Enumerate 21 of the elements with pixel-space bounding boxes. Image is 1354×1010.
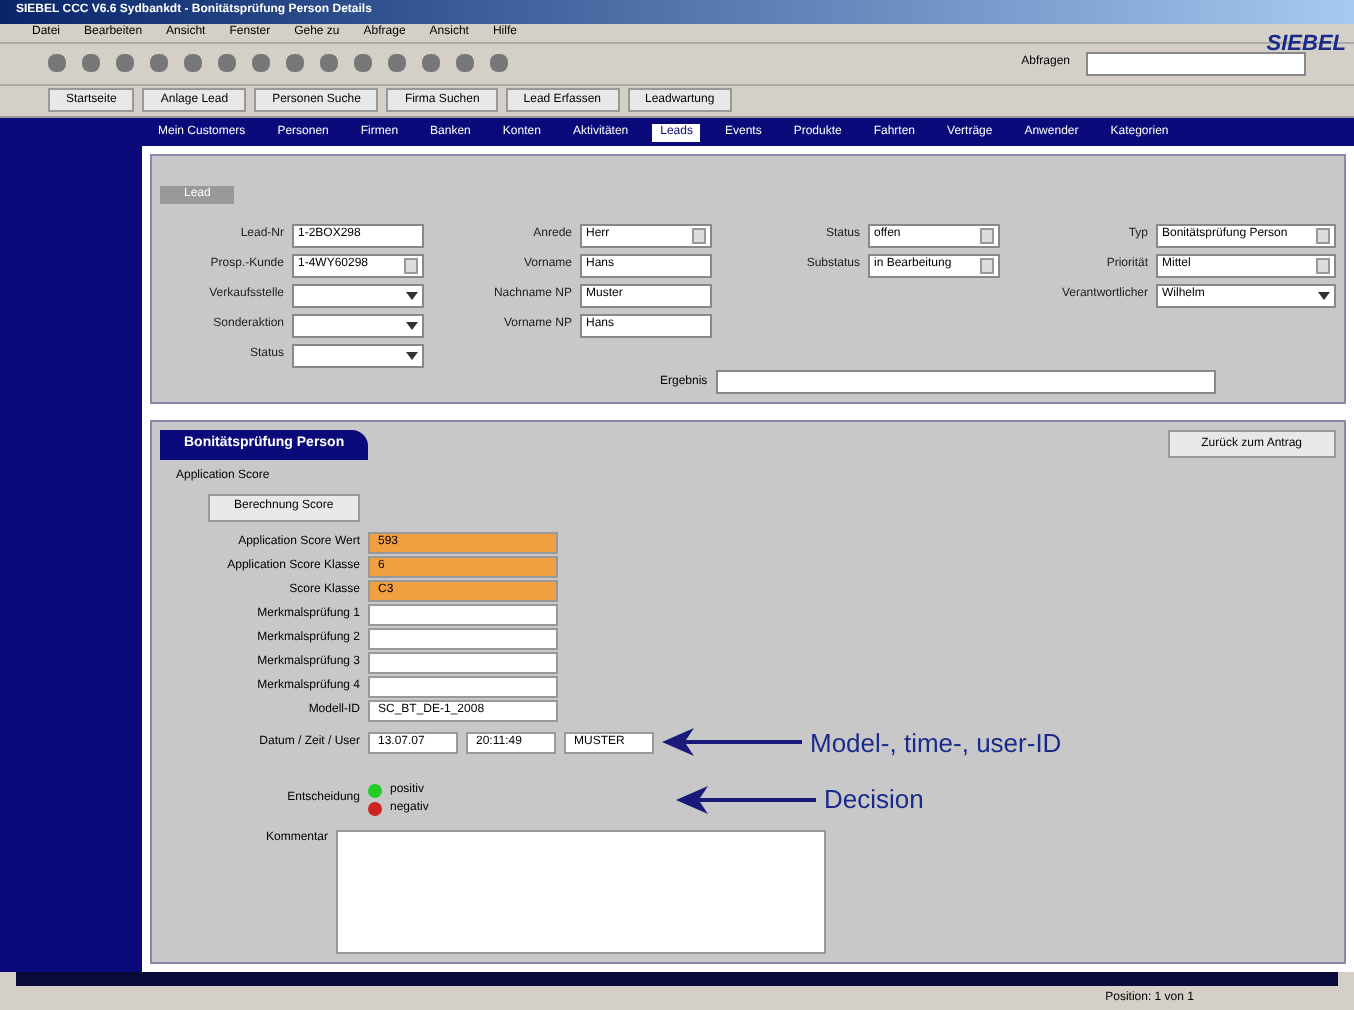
picker-icon bbox=[404, 257, 418, 274]
arrow-icon bbox=[676, 785, 816, 814]
annotation: Decision bbox=[824, 782, 924, 819]
dropdown-field[interactable] bbox=[292, 343, 424, 368]
arrow-icon bbox=[662, 728, 802, 757]
annotation: Model-, time-, user-ID bbox=[810, 725, 1062, 762]
search-field[interactable] bbox=[1086, 51, 1306, 76]
dropdown-field[interactable] bbox=[292, 283, 424, 308]
picker-icon bbox=[692, 227, 706, 244]
text-field[interactable] bbox=[368, 627, 558, 650]
caret-icon bbox=[406, 291, 418, 300]
comment-field[interactable] bbox=[336, 829, 826, 954]
caret-icon bbox=[406, 321, 418, 330]
text-field[interactable] bbox=[368, 651, 558, 674]
caret-icon bbox=[1318, 291, 1330, 300]
logo: SIEBEL bbox=[1266, 29, 1346, 60]
dropdown-field[interactable] bbox=[715, 370, 1216, 395]
caret-icon bbox=[406, 351, 418, 360]
dropdown-field[interactable] bbox=[292, 313, 424, 338]
text-field[interactable] bbox=[368, 603, 558, 626]
text-field[interactable] bbox=[368, 675, 558, 698]
